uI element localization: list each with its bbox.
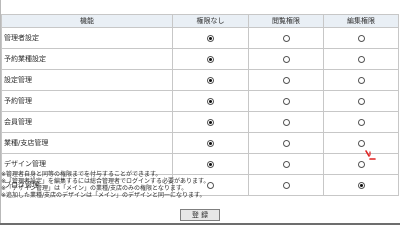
permissions-table: 機能 権限なし 閲覧権限 編集権限 管理者設定 予約業種設定 設定管理 予約管理 会員管… [1,14,399,196]
header-edit-permission: 編集権限 [323,14,399,28]
radio-cell [248,48,324,70]
radio-view-permission[interactable] [282,76,290,84]
feature-name: 業種/支店管理 [1,132,173,154]
radio-no-permission[interactable] [207,76,214,84]
radio-no-permission[interactable] [207,118,214,126]
header-feature: 機能 [1,14,173,28]
radio-edit-permission[interactable] [357,34,365,42]
radio-cell [323,111,399,133]
radio-view-permission[interactable] [282,55,290,63]
radio-cell [248,90,324,112]
radio-edit-permission[interactable] [357,139,365,147]
radio-view-permission[interactable] [282,160,290,168]
radio-view-permission[interactable] [282,139,290,147]
radio-no-permission[interactable] [207,139,214,147]
radio-edit-permission[interactable] [357,118,365,126]
notes-section: ※管理者自身と同等の権限までを付与することができます。 ※「管理者設定」を編集す… [1,171,398,199]
feature-name: 設定管理 [1,69,173,91]
radio-cell [248,69,324,91]
note-line: ※「管理者設定」を編集するには総合管理者でログインする必要があります。 [1,178,210,185]
radio-cell [323,69,399,91]
radio-cell [172,90,249,112]
radio-cell [323,132,399,154]
radio-cell [323,90,399,112]
radio-cell [172,69,249,91]
radio-edit-permission[interactable] [357,55,365,63]
note-line: ※追加した業種/支店のデザインは「メイン」のデザインと同一になります。 [1,192,206,199]
radio-cell [323,48,399,70]
radio-no-permission[interactable] [207,34,214,42]
mouse-pointer-icon [365,150,376,160]
feature-name: 予約管理 [1,90,173,112]
radio-cell [172,132,249,154]
table-row: 設定管理 [1,69,399,91]
feature-name: 管理者設定 [1,27,173,49]
radio-cell [248,132,324,154]
permission-settings-panel: 機能 権限なし 閲覧権限 編集権限 管理者設定 予約業種設定 設定管理 予約管理 会員管… [0,0,400,225]
radio-view-permission[interactable] [282,97,290,105]
register-button[interactable]: 登 録 [180,209,220,221]
table-row: 業種/支店管理 [1,132,399,154]
radio-cell [172,27,249,49]
radio-edit-permission[interactable] [357,76,365,84]
table-row: 予約業種設定 [1,48,399,70]
header-view-permission: 閲覧権限 [248,14,324,28]
radio-view-permission[interactable] [282,118,290,126]
radio-edit-permission[interactable] [357,97,365,105]
table-row: 予約管理 [1,90,399,112]
header-no-permission: 権限なし [172,14,249,28]
radio-cell [248,111,324,133]
table-row: 会員管理 [1,111,399,133]
note-line: ※「デザイン管理」は「メイン」の業種/支店のみの権限となります。 [1,185,188,192]
note-line: ※管理者自身と同等の権限までを付与することができます。 [1,171,162,178]
radio-view-permission[interactable] [282,34,290,42]
radio-cell [172,48,249,70]
feature-name: 予約業種設定 [1,48,173,70]
bottom-bar [0,223,400,225]
radio-no-permission[interactable] [207,97,214,105]
feature-name: 会員管理 [1,111,173,133]
radio-no-permission[interactable] [207,160,214,168]
table-row: 管理者設定 [1,27,399,49]
table-header-row: 機能 権限なし 閲覧権限 編集権限 [1,14,399,28]
radio-no-permission[interactable] [207,55,214,63]
radio-cell [323,27,399,49]
radio-cell [172,111,249,133]
radio-cell [248,27,324,49]
